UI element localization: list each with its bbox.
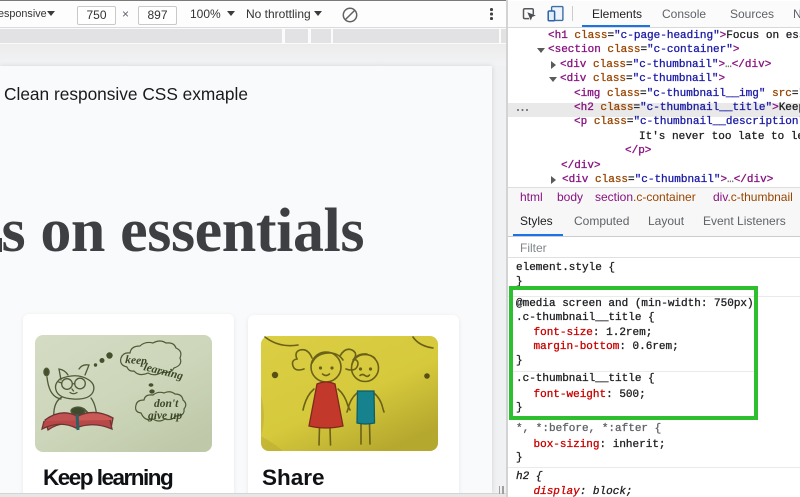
svg-text:don't: don't <box>154 398 179 410</box>
svg-text:give up: give up <box>147 410 182 422</box>
